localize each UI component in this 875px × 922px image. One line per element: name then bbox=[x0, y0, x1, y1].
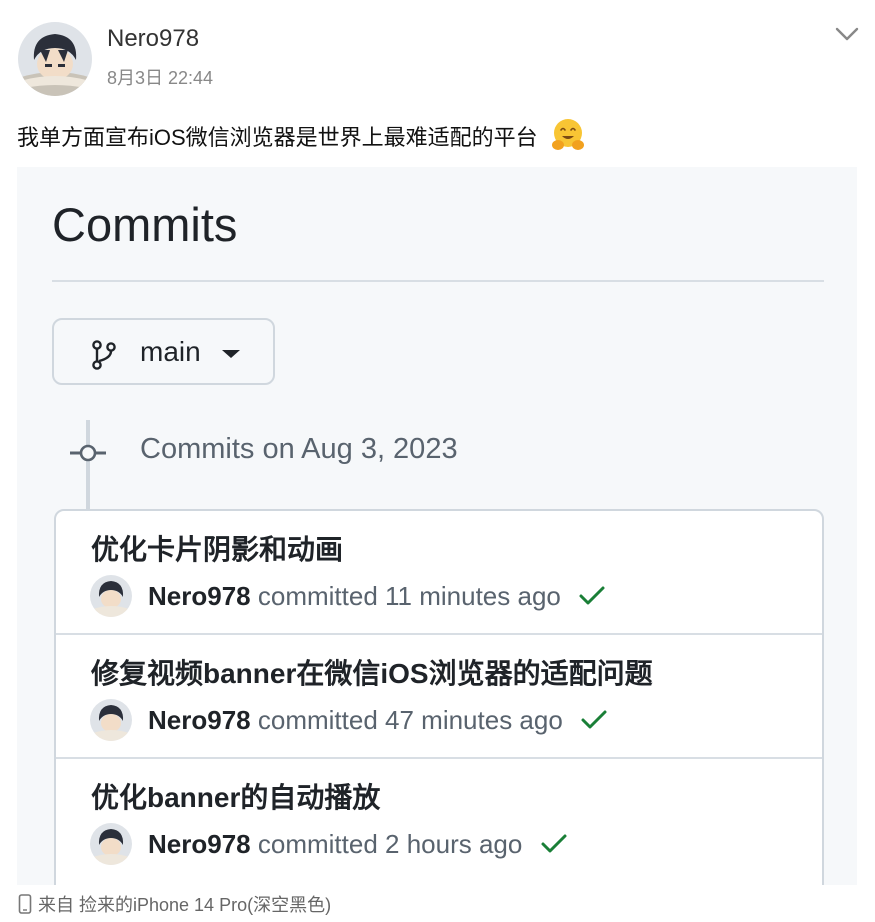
timeline-line bbox=[86, 420, 90, 510]
author-name[interactable]: Nero978 bbox=[107, 25, 199, 53]
branch-name: main bbox=[140, 336, 201, 367]
title-divider bbox=[52, 280, 824, 282]
phone-icon bbox=[18, 894, 32, 914]
check-icon[interactable] bbox=[580, 709, 608, 731]
embedded-screenshot[interactable]: Commits main Commits on Aug 3, 2023 优化卡片… bbox=[17, 167, 857, 885]
chevron-down-icon[interactable] bbox=[834, 24, 860, 44]
commit-title[interactable]: 优化banner的自动播放 bbox=[91, 776, 380, 816]
commit-relative-time: 11 minutes ago bbox=[385, 581, 561, 611]
commit-meta: Nero978 committed 11 minutes ago bbox=[148, 581, 606, 612]
commit-row[interactable]: 优化卡片阴影和动画 Nero978 committed 11 minutes a… bbox=[56, 511, 822, 635]
post-text: 我单方面宣布iOS微信浏览器是世界上最难适配的平台 bbox=[17, 125, 538, 150]
commit-title[interactable]: 修复视频banner在微信iOS浏览器的适配问题 bbox=[91, 652, 653, 692]
commit-title[interactable]: 优化卡片阴影和动画 bbox=[91, 528, 343, 568]
commit-author-avatar[interactable] bbox=[90, 699, 132, 741]
caret-down-icon bbox=[222, 350, 240, 358]
commit-meta: Nero978 committed 47 minutes ago bbox=[148, 705, 608, 736]
commit-row[interactable]: 修复视频banner在微信iOS浏览器的适配问题 Nero978 committ… bbox=[56, 635, 822, 759]
commit-author[interactable]: Nero978 bbox=[148, 581, 251, 611]
commit-relative-time: 2 hours ago bbox=[385, 829, 523, 859]
commit-author[interactable]: Nero978 bbox=[148, 705, 251, 735]
commit-action: committed bbox=[257, 705, 378, 735]
commit-action: committed bbox=[257, 581, 378, 611]
source-text: 来自 捡来的iPhone 14 Pro(深空黑色) bbox=[38, 895, 332, 915]
commit-group-heading: Commits on Aug 3, 2023 bbox=[140, 433, 458, 465]
author-avatar[interactable] bbox=[18, 22, 92, 96]
branch-selector-button[interactable]: main bbox=[52, 318, 275, 385]
commit-list: 优化卡片阴影和动画 Nero978 committed 11 minutes a… bbox=[54, 509, 824, 885]
commit-relative-time: 47 minutes ago bbox=[385, 705, 563, 735]
hugging-face-emoji-icon bbox=[552, 119, 584, 150]
git-branch-icon bbox=[92, 340, 116, 370]
commit-author-avatar[interactable] bbox=[90, 823, 132, 865]
git-commit-icon bbox=[70, 444, 106, 462]
check-icon[interactable] bbox=[540, 833, 568, 855]
commit-author-avatar[interactable] bbox=[90, 575, 132, 617]
check-icon[interactable] bbox=[578, 585, 606, 607]
commit-author[interactable]: Nero978 bbox=[148, 829, 251, 859]
commit-row[interactable]: 优化banner的自动播放 Nero978 committed 2 hours … bbox=[56, 759, 822, 883]
page-title: Commits bbox=[52, 198, 238, 251]
post-timestamp: 8月3日 22:44 bbox=[107, 68, 214, 88]
commit-action: committed bbox=[257, 829, 378, 859]
post-source: 来自 捡来的iPhone 14 Pro(深空黑色) bbox=[18, 891, 331, 917]
commit-meta: Nero978 committed 2 hours ago bbox=[148, 829, 568, 860]
